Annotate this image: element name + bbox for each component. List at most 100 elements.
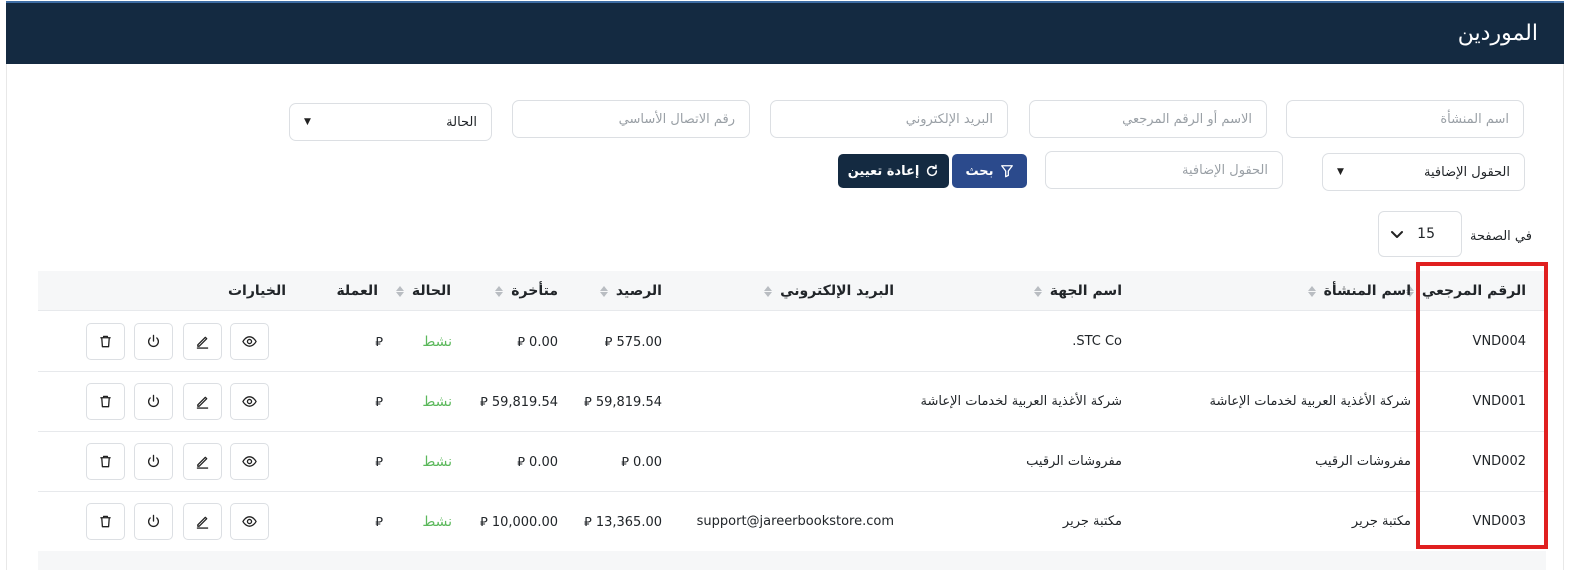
edit-button[interactable]: [183, 323, 222, 360]
edit-button[interactable]: [183, 443, 222, 480]
column-entity-label: اسم الجهة: [1049, 283, 1122, 299]
eye-icon: [242, 396, 257, 407]
view-button[interactable]: [230, 503, 269, 540]
view-button[interactable]: [230, 323, 269, 360]
column-establishment-label: اسم المنشأة: [1323, 283, 1411, 299]
view-button[interactable]: [230, 443, 269, 480]
toggle-status-button[interactable]: [134, 503, 173, 540]
cell-balance: 13,365.00 ⃁: [583, 515, 662, 530]
email-input[interactable]: البريد الإلكتروني: [770, 100, 1008, 138]
cell-overdue: 59,819.54 ⃁: [479, 395, 558, 410]
extra-fields-input[interactable]: الحقول الإضافية: [1045, 151, 1283, 189]
table-row: VND004 STC Co. 575.00 ⃁ 0.00 ⃁ نشط ⃁: [38, 312, 1546, 372]
filter-icon: [1000, 165, 1013, 178]
edit-button[interactable]: [183, 503, 222, 540]
delete-button[interactable]: [86, 383, 125, 420]
power-icon: [147, 454, 160, 467]
power-icon: [147, 334, 160, 347]
column-header-entity[interactable]: اسم الجهة: [1033, 271, 1122, 311]
column-header-options: الخيارات: [228, 271, 286, 311]
sort-icon: [395, 285, 404, 297]
page-header: الموردين: [6, 1, 1564, 64]
search-button-label: بحث: [965, 163, 994, 179]
view-button[interactable]: [230, 383, 269, 420]
cell-ref: VND001: [1472, 394, 1526, 409]
trash-icon: [100, 395, 111, 408]
delete-button[interactable]: [86, 503, 125, 540]
cell-status: نشط: [422, 393, 452, 410]
cell-balance: 0.00 ⃁: [621, 455, 662, 470]
eye-icon: [242, 456, 257, 467]
column-status-label: الحالة: [411, 283, 451, 299]
pencil-icon: [196, 456, 209, 469]
refresh-icon: [927, 164, 938, 177]
column-balance-label: الرصيد: [615, 283, 662, 299]
column-options-label: الخيارات: [227, 283, 286, 299]
extra-fields-select[interactable]: الحقول الإضافية ▼: [1322, 153, 1525, 191]
column-currency-label: العملة: [336, 283, 378, 299]
cell-entity: مكتبة جرير: [1062, 514, 1122, 529]
power-icon: [147, 394, 160, 407]
pencil-icon: [196, 396, 209, 409]
table-header: الرقم المرجعي اسم المنشأة اسم الجهة البر…: [38, 271, 1546, 311]
cell-overdue: 10,000.00 ⃁: [479, 515, 558, 530]
email-placeholder: البريد الإلكتروني: [905, 111, 993, 127]
column-header-status[interactable]: الحالة: [395, 271, 451, 311]
cell-balance: 59,819.54 ⃁: [583, 395, 662, 410]
chevron-down-icon: [1391, 231, 1403, 238]
pencil-icon: [196, 336, 209, 349]
establishment-name-input[interactable]: اسم المنشأة: [1286, 100, 1524, 138]
column-header-email[interactable]: البريد الإلكتروني: [764, 271, 894, 311]
cell-establishment: مكتبة جرير: [1351, 514, 1411, 529]
cell-currency: ⃁: [375, 395, 383, 410]
search-button[interactable]: بحث: [952, 154, 1027, 188]
toggle-status-button[interactable]: [134, 443, 173, 480]
column-ref-label: الرقم المرجعي: [1421, 283, 1526, 299]
cell-balance: 575.00 ⃁: [604, 335, 662, 350]
per-page-select[interactable]: 15: [1378, 211, 1462, 257]
cell-ref: VND003: [1472, 514, 1526, 529]
column-header-currency: العملة: [336, 271, 378, 311]
sort-icon: [1307, 285, 1316, 297]
cell-status: نشط: [422, 453, 452, 470]
name-or-ref-placeholder: الاسم أو الرقم المرجعي: [1122, 111, 1252, 127]
column-header-ref[interactable]: الرقم المرجعي: [1405, 271, 1526, 311]
delete-button[interactable]: [86, 323, 125, 360]
primary-phone-input[interactable]: رقم الاتصال الأساسي: [512, 100, 750, 138]
cell-ref: VND004: [1472, 334, 1526, 349]
table-row: VND001 شركة الأغذية العربية لخدمات الإعا…: [38, 372, 1546, 432]
power-icon: [147, 514, 160, 527]
column-header-establishment[interactable]: اسم المنشأة: [1307, 271, 1411, 311]
column-email-label: البريد الإلكتروني: [780, 283, 894, 299]
pencil-icon: [196, 516, 209, 529]
caret-down-icon: ▼: [304, 117, 311, 127]
delete-button[interactable]: [86, 443, 125, 480]
column-header-balance[interactable]: الرصيد: [599, 271, 662, 311]
name-or-ref-input[interactable]: الاسم أو الرقم المرجعي: [1029, 100, 1267, 138]
trash-icon: [100, 335, 111, 348]
toggle-status-button[interactable]: [134, 323, 173, 360]
table-footer: [38, 551, 1546, 570]
per-page-label: في الصفحة: [1470, 229, 1532, 244]
reset-button-label: إعادة تعيين: [847, 163, 920, 179]
primary-phone-placeholder: رقم الاتصال الأساسي: [618, 111, 735, 127]
per-page-value: 15: [1417, 226, 1435, 242]
cell-entity: شركة الأغذية العربية لخدمات الإعاشة: [920, 394, 1122, 409]
status-select[interactable]: الحالة ▼: [289, 103, 492, 141]
caret-down-icon: ▼: [1337, 167, 1344, 177]
cell-currency: ⃁: [375, 515, 383, 530]
cell-entity: STC Co.: [1072, 334, 1122, 349]
edit-button[interactable]: [183, 383, 222, 420]
sort-icon: [1033, 285, 1042, 297]
column-header-overdue[interactable]: متأخرة: [495, 271, 558, 311]
cell-email: support@jareerbookstore.com: [696, 514, 894, 529]
reset-button[interactable]: إعادة تعيين: [838, 154, 949, 188]
trash-icon: [100, 455, 111, 468]
cell-currency: ⃁: [375, 335, 383, 350]
extra-fields-select-value: الحقول الإضافية: [1424, 164, 1510, 180]
cell-status: نشط: [422, 513, 452, 530]
toggle-status-button[interactable]: [134, 383, 173, 420]
cell-currency: ⃁: [375, 455, 383, 470]
eye-icon: [242, 516, 257, 527]
sort-icon: [764, 285, 773, 297]
